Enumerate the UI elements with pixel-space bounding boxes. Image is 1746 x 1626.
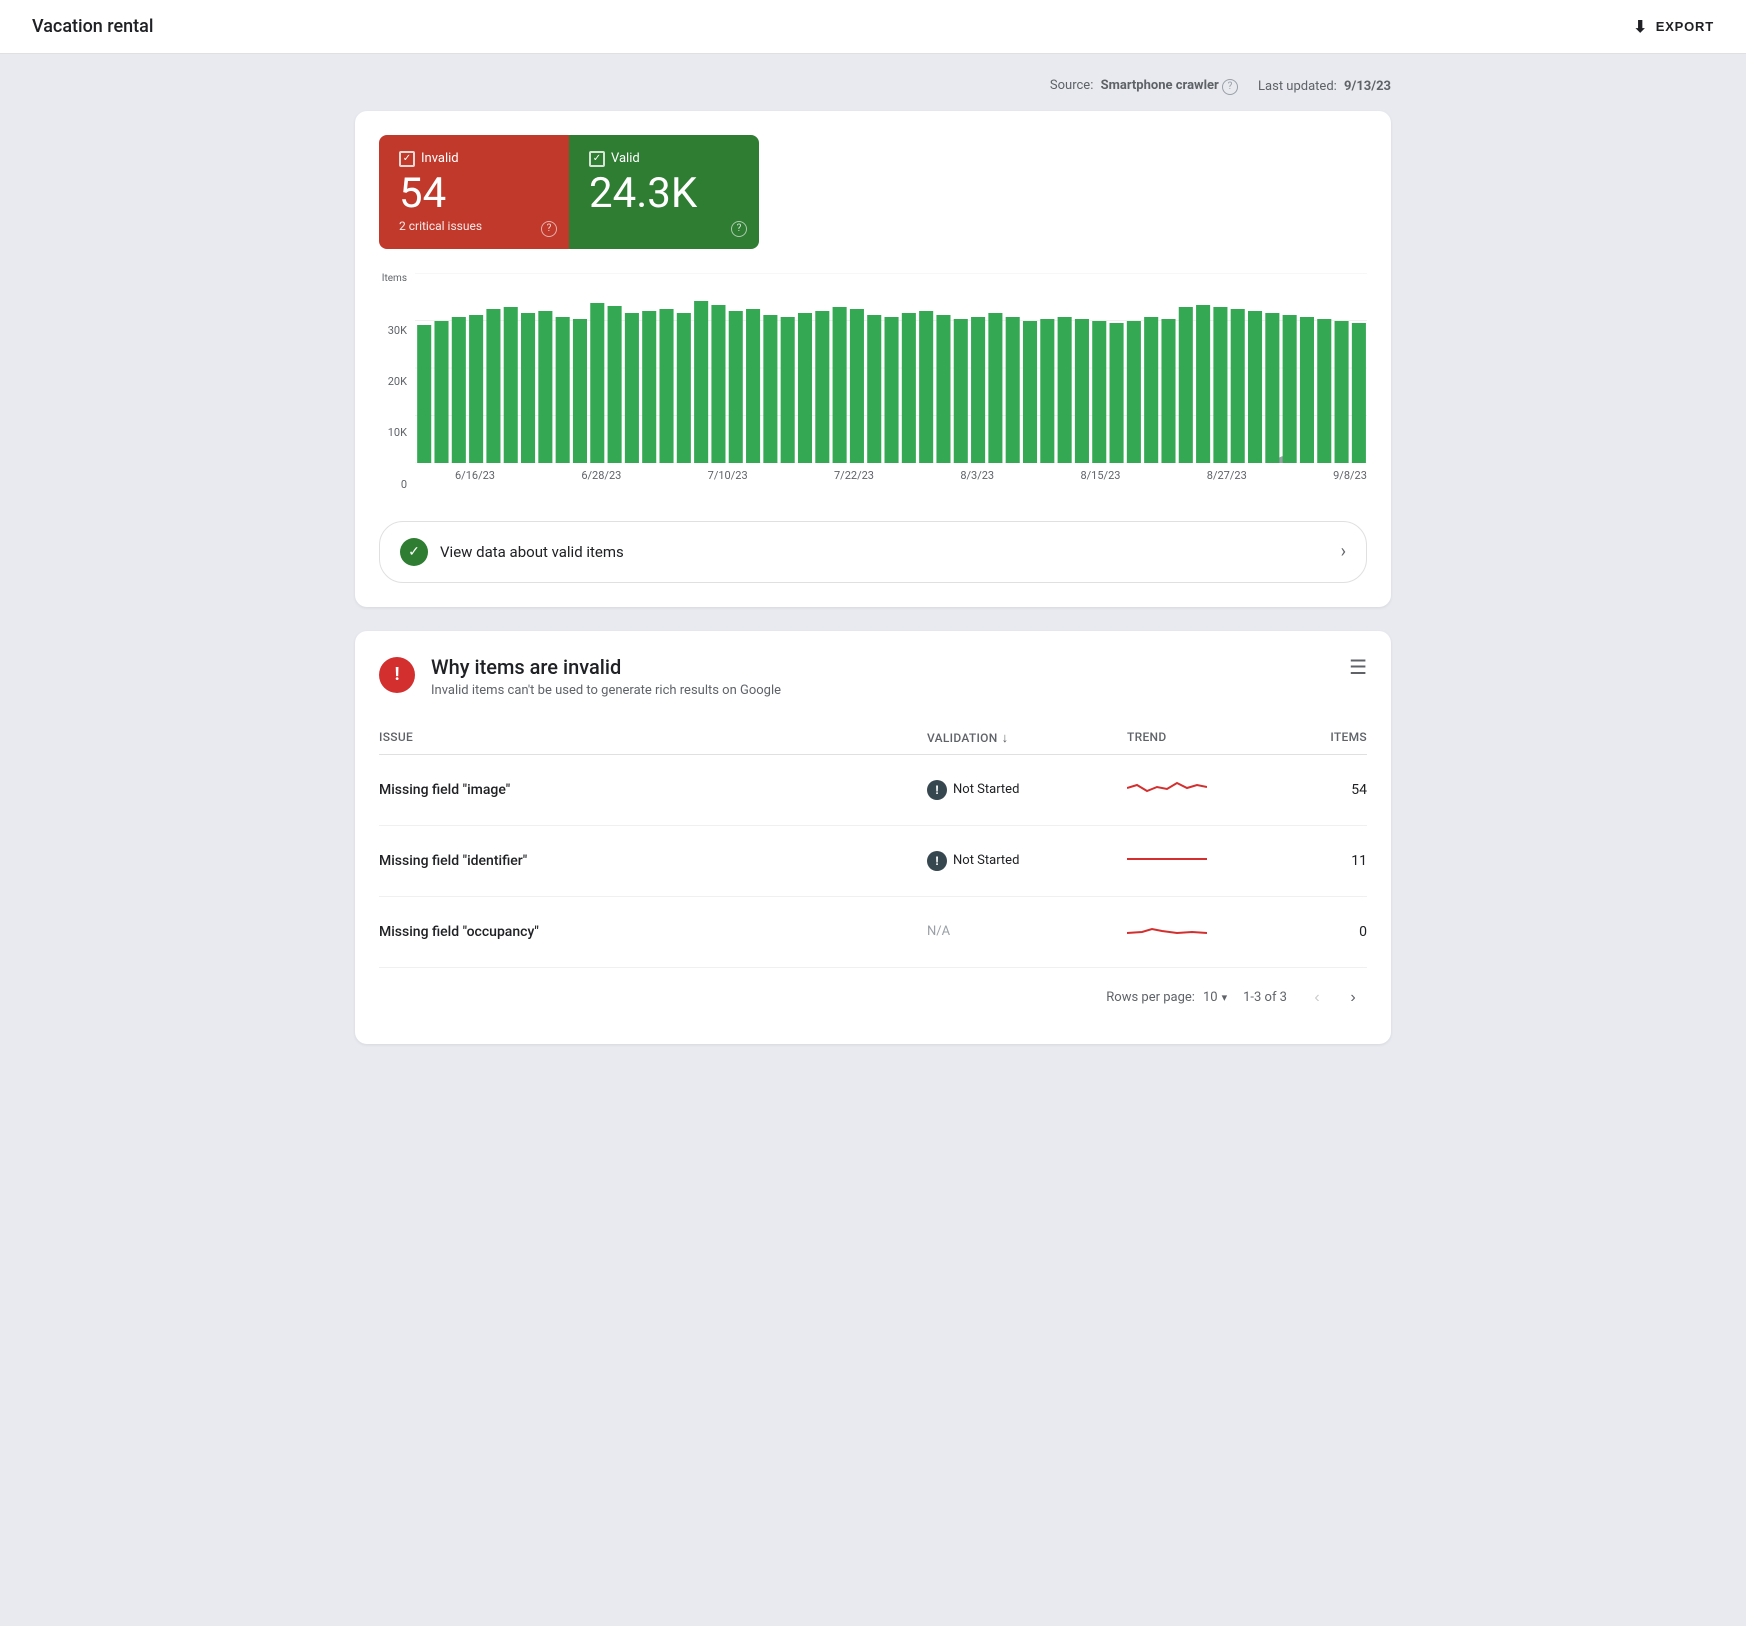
- valid-tile[interactable]: ✓ Valid 24.3K ?: [569, 135, 759, 249]
- chart-y-30k: 30K: [388, 324, 407, 337]
- issue-name-1: Missing field "image": [379, 782, 927, 798]
- section-header: ! Why items are invalid Invalid items ca…: [379, 655, 1367, 698]
- x-label-1: 6/16/23: [455, 469, 495, 482]
- invalid-check-icon: ✓: [399, 151, 415, 167]
- not-started-icon-2: !: [927, 851, 947, 871]
- trend-sparkline-3: [1127, 915, 1287, 949]
- invalid-tile[interactable]: ✓ Invalid 54 2 critical issues ?: [379, 135, 569, 249]
- prev-page-button[interactable]: ‹: [1303, 984, 1331, 1012]
- status-tiles: ✓ Invalid 54 2 critical issues ? ✓ Valid…: [379, 135, 759, 249]
- chart-card: ✓ Invalid 54 2 critical issues ? ✓ Valid…: [355, 111, 1391, 607]
- export-button[interactable]: ⬇ EXPORT: [1634, 17, 1714, 37]
- next-page-button[interactable]: ›: [1339, 984, 1367, 1012]
- chart-y-0: 0: [401, 478, 407, 491]
- chart-y-10k: 10K: [388, 426, 407, 439]
- items-count-2: 11: [1287, 853, 1367, 869]
- table-header: Issue Validation ↓ Trend Items: [379, 722, 1367, 755]
- items-count-3: 0: [1287, 924, 1367, 940]
- valid-items-text: View data about valid items: [440, 543, 624, 561]
- source-label: Source: Smartphone crawler ?: [1050, 78, 1238, 95]
- rows-dropdown-icon: ▾: [1222, 991, 1228, 1004]
- chart-area: Items 30K 20K 10K 0: [379, 273, 1367, 501]
- source-info-icon[interactable]: ?: [1222, 79, 1238, 95]
- filter-icon[interactable]: ☰: [1349, 655, 1367, 679]
- issue-name-3: Missing field "occupancy": [379, 924, 927, 940]
- x-label-2: 6/28/23: [581, 469, 621, 482]
- trend-sparkline-1: [1127, 773, 1287, 807]
- not-started-icon-1: !: [927, 780, 947, 800]
- x-label-5: 8/3/23: [960, 469, 994, 482]
- x-label-3: 7/10/23: [708, 469, 748, 482]
- rows-per-page-select[interactable]: 10 ▾: [1203, 990, 1227, 1005]
- x-label-4: 7/22/23: [834, 469, 874, 482]
- table-row: Missing field "identifier" ! Not Started…: [379, 826, 1367, 897]
- validation-badge-1: ! Not Started: [927, 780, 1127, 800]
- page-title: Vacation rental: [32, 16, 153, 37]
- table-row: Missing field "image" ! Not Started 54: [379, 755, 1367, 826]
- source-bar: Source: Smartphone crawler ? Last update…: [355, 78, 1391, 95]
- invalid-info-icon[interactable]: ?: [541, 221, 557, 237]
- table-row: Missing field "occupancy" N/A 0: [379, 897, 1367, 968]
- trend-sparkline-2: [1127, 844, 1287, 878]
- chart-y-20k: 20K: [388, 375, 407, 388]
- last-updated: Last updated: 9/13/23: [1258, 79, 1391, 94]
- chart-svg: 1: [415, 273, 1367, 463]
- page-header: Vacation rental ⬇ EXPORT: [0, 0, 1746, 54]
- col-header-items: Items: [1287, 730, 1367, 746]
- invalid-card: ! Why items are invalid Invalid items ca…: [355, 631, 1391, 1044]
- x-label-7: 8/27/23: [1207, 469, 1247, 482]
- validation-badge-2: ! Not Started: [927, 851, 1127, 871]
- col-header-issue: Issue: [379, 730, 927, 746]
- section-subtitle: Invalid items can't be used to generate …: [431, 683, 781, 698]
- x-label-8: 9/8/23: [1333, 469, 1367, 482]
- valid-info-icon[interactable]: ?: [731, 221, 747, 237]
- validation-badge-3: N/A: [927, 924, 1127, 939]
- error-circle-icon: !: [379, 657, 415, 693]
- export-icon: ⬇: [1634, 17, 1648, 37]
- valid-items-link[interactable]: ✓ View data about valid items ›: [379, 521, 1367, 583]
- valid-check-icon: ✓: [589, 151, 605, 167]
- chevron-right-icon: ›: [1341, 541, 1346, 562]
- pagination: Rows per page: 10 ▾ 1-3 of 3 ‹ ›: [379, 968, 1367, 1020]
- col-header-trend: Trend: [1127, 730, 1287, 746]
- valid-count: 24.3K: [589, 171, 739, 217]
- chart-y-label-top: Items: [382, 273, 407, 284]
- section-title: Why items are invalid: [431, 655, 781, 679]
- items-count-1: 54: [1287, 782, 1367, 798]
- page-nav: ‹ ›: [1303, 984, 1367, 1012]
- chart-x-labels: 6/16/23 6/28/23 7/10/23 7/22/23 8/3/23 8…: [415, 463, 1367, 482]
- sort-arrow-icon[interactable]: ↓: [1002, 730, 1009, 746]
- col-header-validation: Validation ↓: [927, 730, 1127, 746]
- invalid-count: 54: [399, 171, 549, 217]
- issue-name-2: Missing field "identifier": [379, 853, 927, 869]
- x-label-6: 8/15/23: [1080, 469, 1120, 482]
- rows-per-page: Rows per page: 10 ▾: [1106, 990, 1227, 1005]
- valid-check-circle-icon: ✓: [400, 538, 428, 566]
- main-content: Source: Smartphone crawler ? Last update…: [323, 54, 1423, 1092]
- invalid-sub: 2 critical issues: [399, 219, 549, 233]
- page-info: 1-3 of 3: [1243, 990, 1287, 1005]
